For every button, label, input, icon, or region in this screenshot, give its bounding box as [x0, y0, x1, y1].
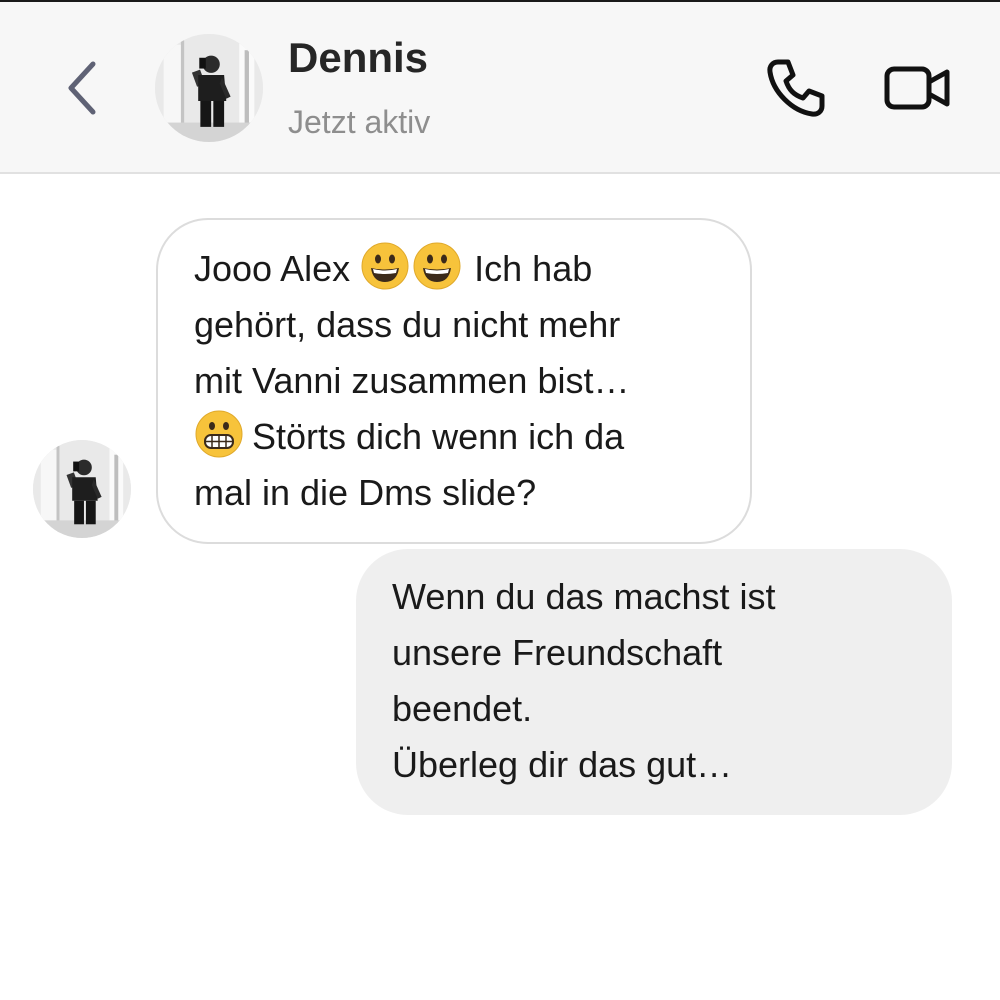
message-line: Störts dich wenn ich da — [194, 409, 730, 465]
video-call-button[interactable] — [880, 56, 956, 124]
message-line: Überleg dir das gut… — [392, 744, 733, 785]
sender-avatar[interactable] — [33, 440, 131, 538]
grinning-face-icon — [360, 241, 410, 291]
message-line: unsere Freundschaft — [392, 632, 723, 673]
incoming-message-bubble[interactable]: Jooo Alex Ich hab gehört, dass du nicht … — [156, 218, 752, 544]
contact-name[interactable]: Dennis — [288, 34, 428, 82]
contact-avatar[interactable] — [155, 34, 263, 142]
grimacing-face-icon — [194, 409, 244, 459]
message-text: Störts dich wenn ich da — [252, 416, 625, 457]
message-text: Ich hab — [474, 248, 593, 289]
chat-header: Dennis Jetzt aktiv — [0, 2, 1000, 174]
message-line: beendet. — [392, 688, 533, 729]
grinning-face-icon — [412, 241, 462, 291]
message-line: mal in die Dms slide? — [194, 472, 537, 513]
message-line: mit Vanni zusammen bist… — [194, 360, 630, 401]
message-text: Jooo Alex — [194, 248, 351, 289]
phone-icon — [764, 56, 828, 125]
message-line: Wenn du das machst ist — [392, 576, 776, 617]
message-line: gehört, dass du nicht mehr — [194, 304, 621, 345]
back-button[interactable] — [52, 50, 112, 130]
chevron-left-icon — [65, 60, 99, 121]
voice-call-button[interactable] — [762, 56, 830, 124]
outgoing-message-bubble[interactable]: Wenn du das machst ist unsere Freundscha… — [356, 549, 952, 815]
message-line: Jooo Alex Ich hab — [194, 241, 730, 297]
video-camera-icon — [883, 64, 953, 117]
contact-status: Jetzt aktiv — [288, 104, 431, 140]
